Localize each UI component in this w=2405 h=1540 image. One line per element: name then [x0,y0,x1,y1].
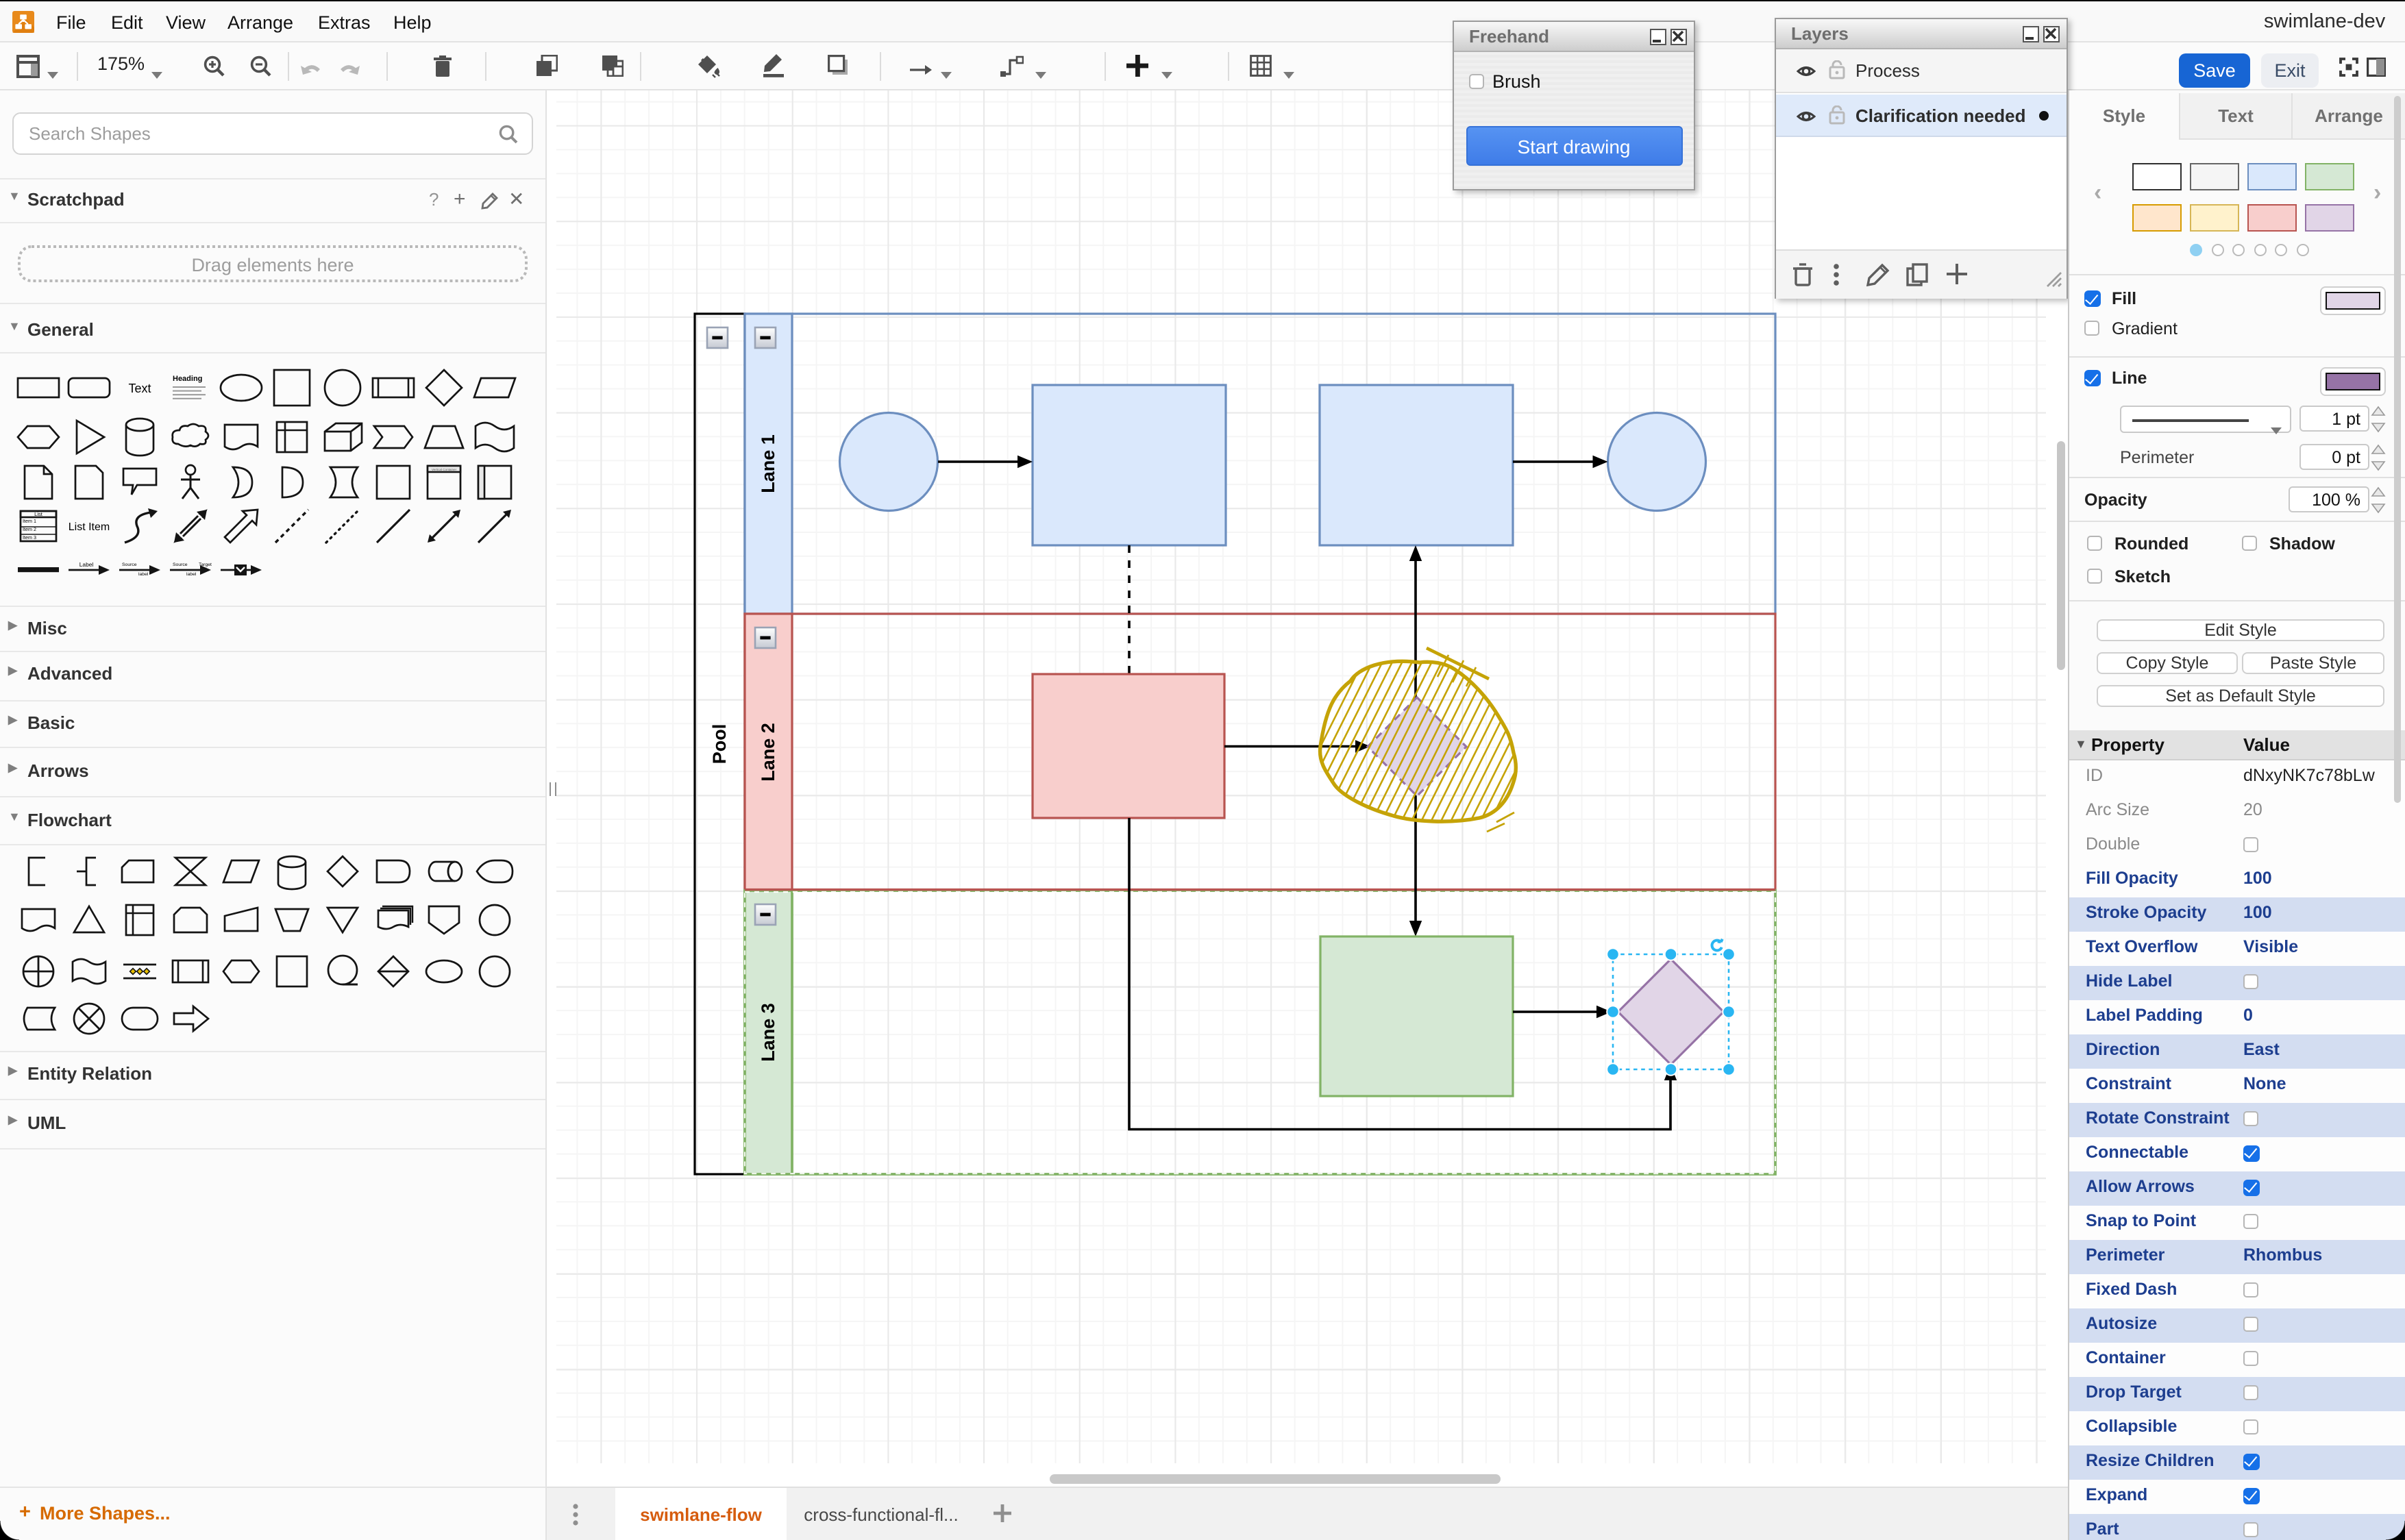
svg-text:Vertical Container: Vertical Container [432,468,457,471]
svg-text:Item 1: Item 1 [23,518,36,524]
svg-text:Lane 3: Lane 3 [758,1003,778,1062]
svg-text:label: label [186,572,197,577]
svg-text:Target: Target [199,562,212,567]
svg-text:Source: Source [122,562,137,567]
svg-text:List Item: List Item [69,521,110,533]
svg-text:Lane 1: Lane 1 [758,434,778,493]
svg-text:Pool: Pool [709,724,730,765]
svg-text:Text: Text [128,382,151,395]
svg-text:Label: Label [79,561,94,568]
svg-text:Lane 2: Lane 2 [758,723,778,782]
svg-text:List: List [34,511,43,517]
svg-text:Source: Source [173,562,188,567]
svg-text:label: label [138,572,149,577]
svg-text:Heading: Heading [173,375,202,383]
svg-text:Item 3: Item 3 [23,534,36,541]
